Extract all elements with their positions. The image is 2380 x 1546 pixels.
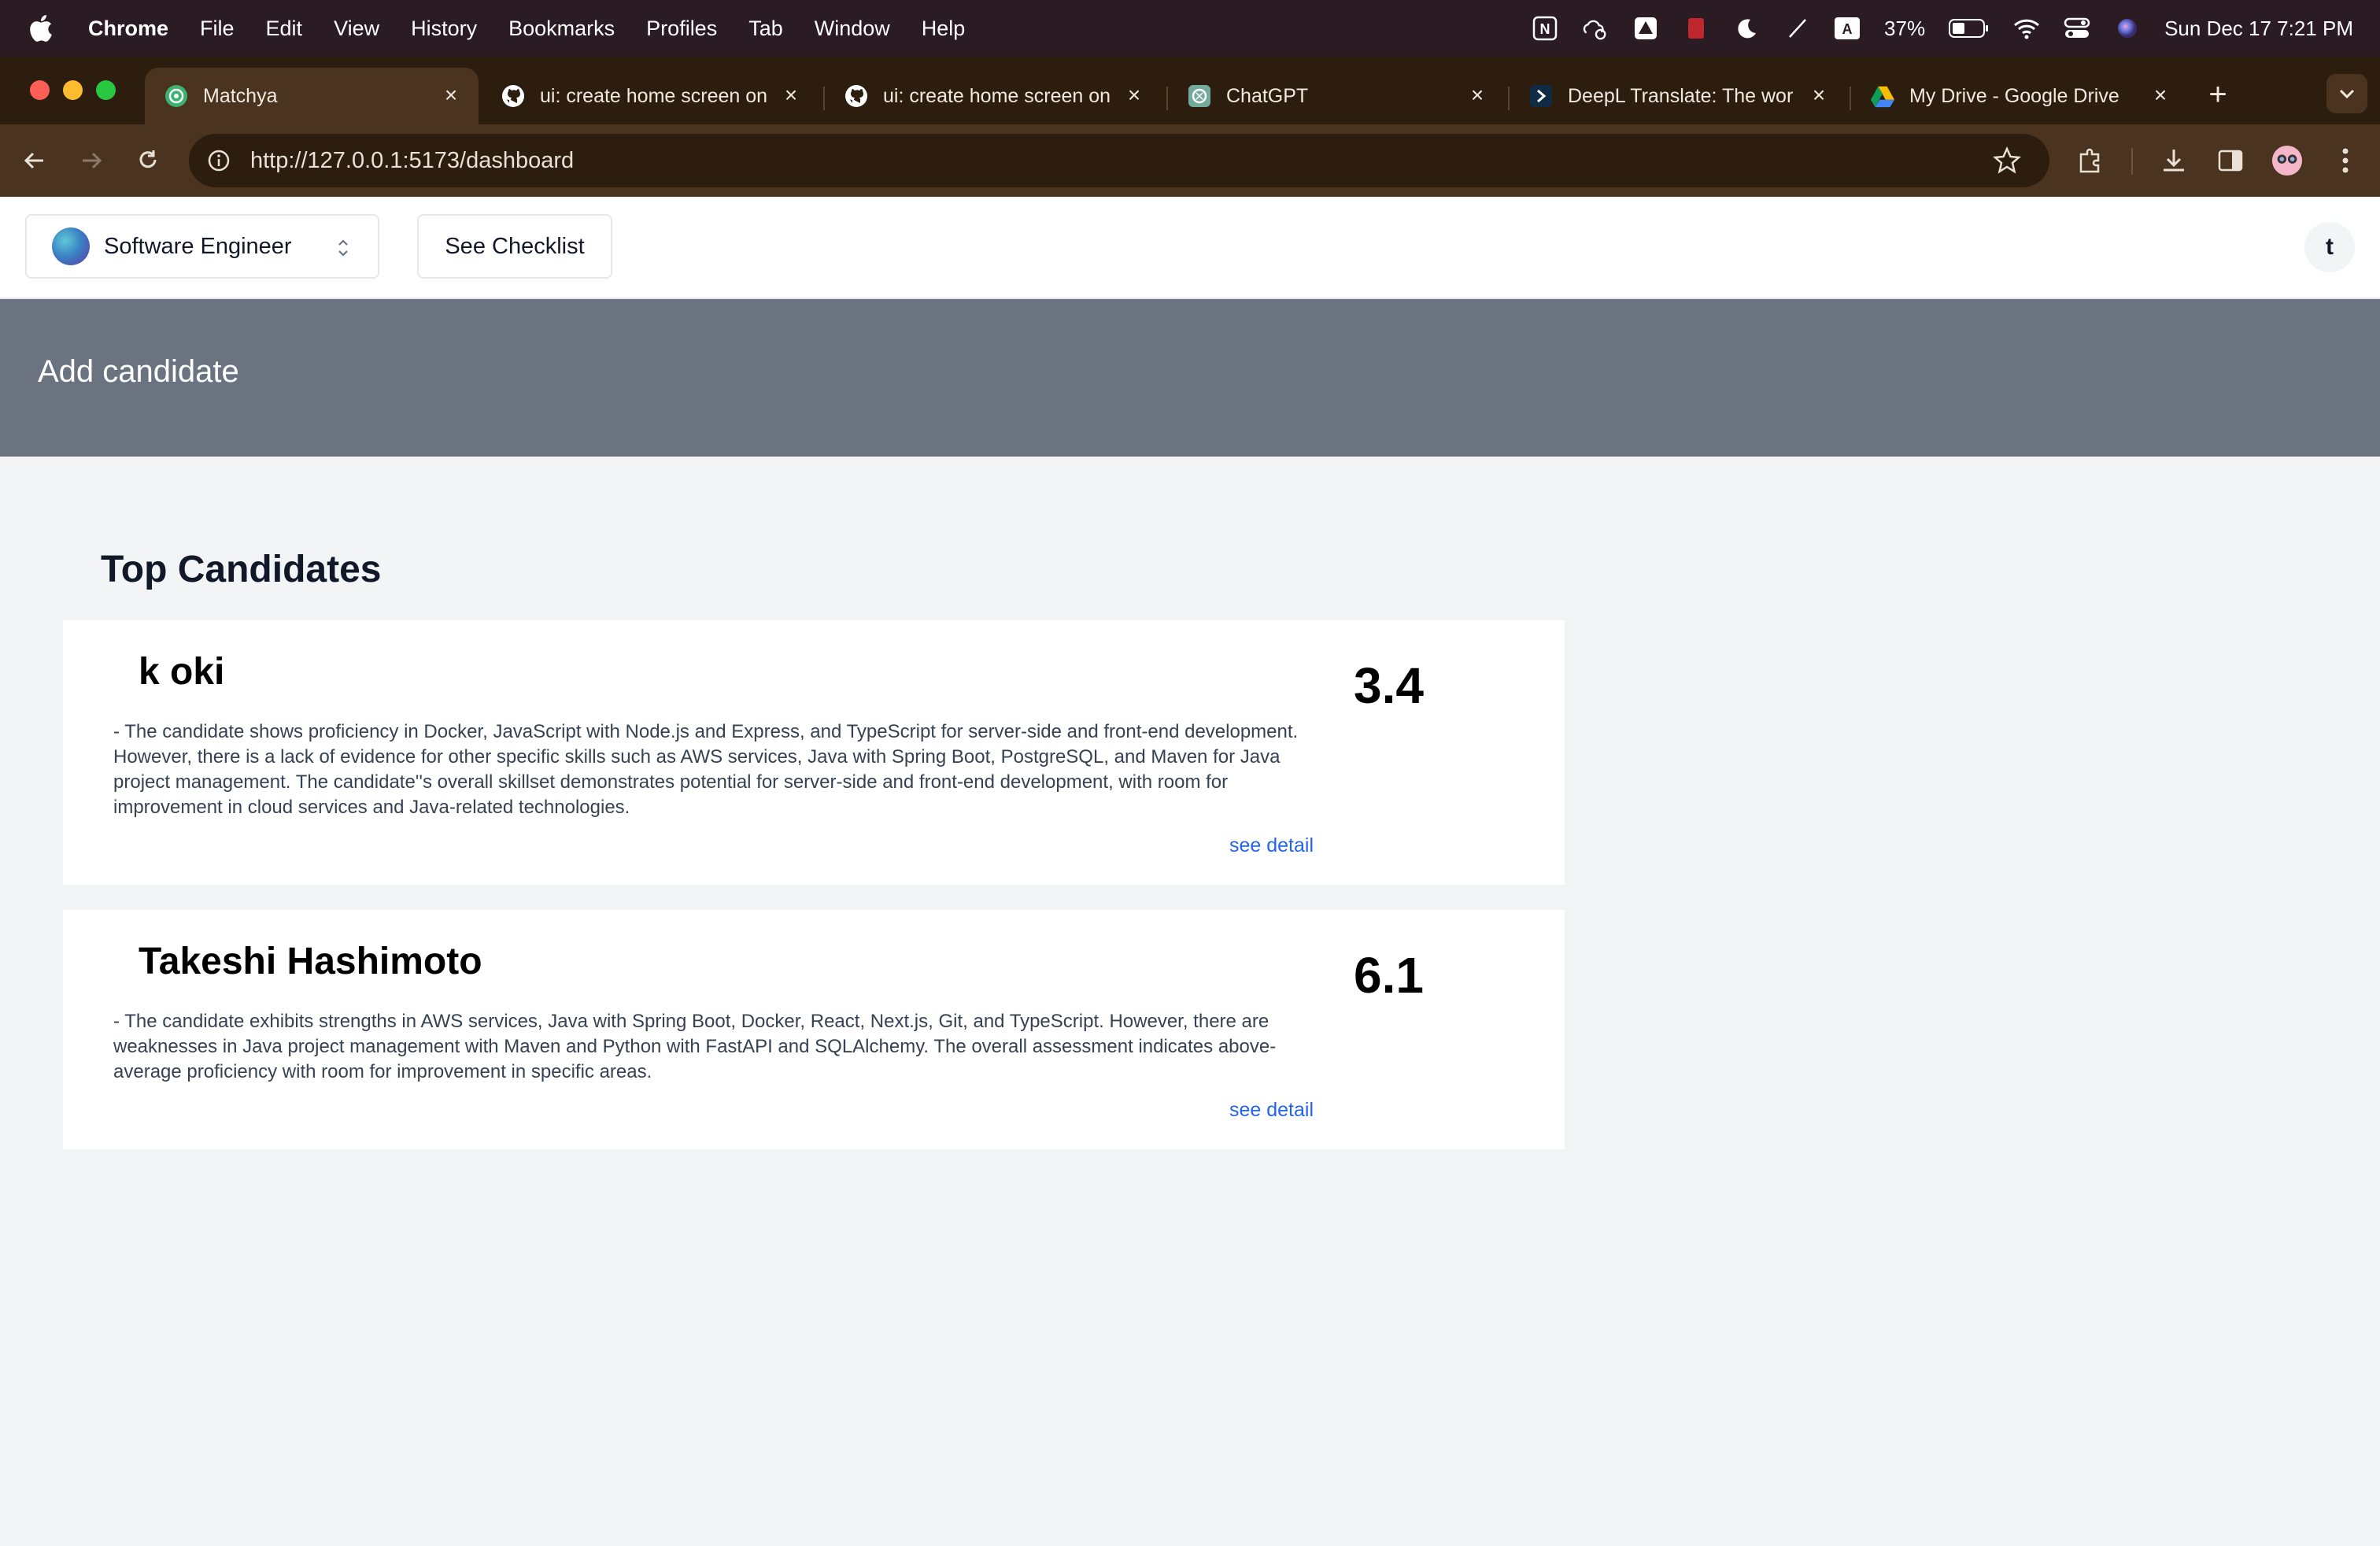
reload-icon: [139, 150, 157, 168]
candidate-name: Takeshi Hashimoto: [139, 941, 482, 982]
tab-github-1[interactable]: ui: create home screen on ×: [482, 68, 819, 124]
github-icon: [501, 83, 526, 109]
close-tab-icon[interactable]: ×: [1465, 83, 1489, 107]
cloud-sync-icon[interactable]: [1582, 15, 1609, 42]
web-page: Software Engineer See Checklist t Add ca…: [0, 197, 2380, 1546]
role-selector[interactable]: Software Engineer: [25, 214, 379, 279]
candidate-summary: - The candidate shows proficiency in Doc…: [113, 721, 1299, 818]
svg-text:A: A: [1842, 21, 1853, 37]
extensions-icon[interactable]: [2075, 145, 2106, 176]
side-panel-icon[interactable]: [2215, 145, 2246, 176]
app-header: Software Engineer See Checklist t: [0, 197, 2380, 299]
top-candidates-heading: Top Candidates: [101, 549, 382, 590]
candidate-score: 3.4: [1354, 657, 1424, 714]
close-window-button[interactable]: [30, 80, 50, 100]
tab-matchya[interactable]: Matchya ×: [145, 68, 479, 124]
pen-slash-icon[interactable]: [1783, 15, 1810, 42]
battery-percent: 37%: [1884, 16, 1926, 40]
menu-edit[interactable]: Edit: [266, 17, 303, 41]
candidate-summary: - The candidate exhibits strengths in AW…: [113, 1011, 1277, 1082]
candidate-score: 6.1: [1354, 947, 1424, 1004]
svg-text:N: N: [1540, 21, 1550, 37]
control-center-icon[interactable]: [2064, 15, 2090, 42]
menu-window[interactable]: Window: [815, 17, 890, 41]
window-controls: [30, 80, 116, 100]
menu-history[interactable]: History: [411, 17, 477, 41]
back-button[interactable]: [17, 143, 52, 178]
role-orb-icon: [52, 227, 90, 265]
tab-search-button[interactable]: [2326, 74, 2367, 113]
menu-help[interactable]: Help: [922, 17, 966, 41]
google-drive-status-icon[interactable]: [1632, 15, 1659, 42]
new-tab-button[interactable]: +: [2201, 79, 2235, 113]
minimize-window-button[interactable]: [63, 80, 83, 100]
tab-chatgpt[interactable]: ChatGPT ×: [1168, 68, 1505, 124]
bookmark-star-icon[interactable]: [1993, 146, 2021, 175]
close-tab-icon[interactable]: ×: [439, 83, 463, 107]
apple-logo-icon[interactable]: [27, 13, 58, 44]
deepl-icon: [1528, 83, 1554, 109]
close-tab-icon[interactable]: ×: [779, 83, 803, 107]
site-info-icon[interactable]: [205, 146, 233, 175]
zoom-window-button[interactable]: [96, 80, 116, 100]
macos-menu-bar: Chrome File Edit View History Bookmarks …: [0, 0, 2380, 57]
do-not-disturb-moon-icon[interactable]: [1733, 15, 1760, 42]
github-icon: [844, 83, 869, 109]
chatgpt-icon: [1187, 83, 1212, 109]
battery-icon[interactable]: [1949, 15, 1990, 42]
see-detail-link[interactable]: see detail: [1229, 834, 1314, 857]
arrow-right-icon: [83, 152, 102, 169]
downloads-icon[interactable]: [2158, 145, 2190, 176]
profile-avatar-icon[interactable]: [2271, 145, 2303, 176]
menu-profiles[interactable]: Profiles: [646, 17, 717, 41]
tab-github-2[interactable]: ui: create home screen on ×: [825, 68, 1162, 124]
close-tab-icon[interactable]: ×: [2149, 83, 2172, 107]
candidate-card: Takeshi Hashimoto 6.1 - The candidate ex…: [63, 910, 1565, 1149]
notion-icon[interactable]: N: [1532, 15, 1558, 42]
browser-toolbar: http://127.0.0.1:5173/dashboard: [0, 124, 2380, 197]
reload-button[interactable]: [131, 143, 165, 178]
tab-title: ui: create home screen on: [540, 84, 768, 107]
chevron-down-icon: [2339, 89, 2355, 99]
tab-title: DeepL Translate: The wor: [1568, 84, 1794, 107]
tab-title: My Drive - Google Drive: [1909, 84, 2119, 107]
add-candidate-banner[interactable]: Add candidate: [0, 299, 2380, 457]
role-selector-label: Software Engineer: [104, 233, 292, 259]
tab-google-drive[interactable]: My Drive - Google Drive ×: [1851, 68, 2188, 124]
close-tab-icon[interactable]: ×: [1807, 83, 1831, 107]
menu-tab[interactable]: Tab: [748, 17, 783, 41]
app-status-icon[interactable]: [1683, 15, 1709, 42]
see-detail-link[interactable]: see detail: [1229, 1099, 1314, 1122]
menu-bookmarks[interactable]: Bookmarks: [508, 17, 615, 41]
tab-title: Matchya: [203, 84, 278, 107]
chevron-up-down-icon: [338, 239, 348, 257]
menu-view[interactable]: View: [334, 17, 379, 41]
tab-title: ChatGPT: [1226, 84, 1309, 107]
address-bar[interactable]: http://127.0.0.1:5173/dashboard: [189, 134, 2049, 187]
input-source-icon[interactable]: A: [1834, 15, 1861, 42]
see-checklist-button[interactable]: See Checklist: [417, 214, 612, 279]
google-drive-icon: [1870, 83, 1895, 109]
add-candidate-title[interactable]: Add candidate: [38, 354, 239, 390]
tab-deepl[interactable]: DeepL Translate: The wor ×: [1510, 68, 1846, 124]
more-menu-icon[interactable]: [2330, 145, 2361, 176]
matchya-icon: [164, 83, 189, 109]
user-avatar[interactable]: t: [2304, 222, 2355, 272]
tab-strip: Matchya × ui: create home screen on × ui…: [0, 57, 2380, 124]
candidate-name: k oki: [139, 651, 225, 693]
wifi-icon[interactable]: [2013, 15, 2040, 42]
close-tab-icon[interactable]: ×: [1122, 83, 1146, 107]
url-text[interactable]: http://127.0.0.1:5173/dashboard: [250, 148, 574, 174]
arrow-left-icon: [24, 152, 43, 169]
candidate-card: k oki 3.4 - The candidate shows proficie…: [63, 620, 1565, 885]
tab-title: ui: create home screen on: [883, 84, 1111, 107]
siri-icon[interactable]: [2114, 15, 2141, 42]
forward-button[interactable]: [74, 143, 109, 178]
menubar-clock[interactable]: Sun Dec 17 7:21 PM: [2164, 17, 2353, 41]
toolbar-divider: [2131, 148, 2133, 175]
menu-app-name[interactable]: Chrome: [88, 17, 168, 41]
menu-file[interactable]: File: [200, 17, 235, 41]
